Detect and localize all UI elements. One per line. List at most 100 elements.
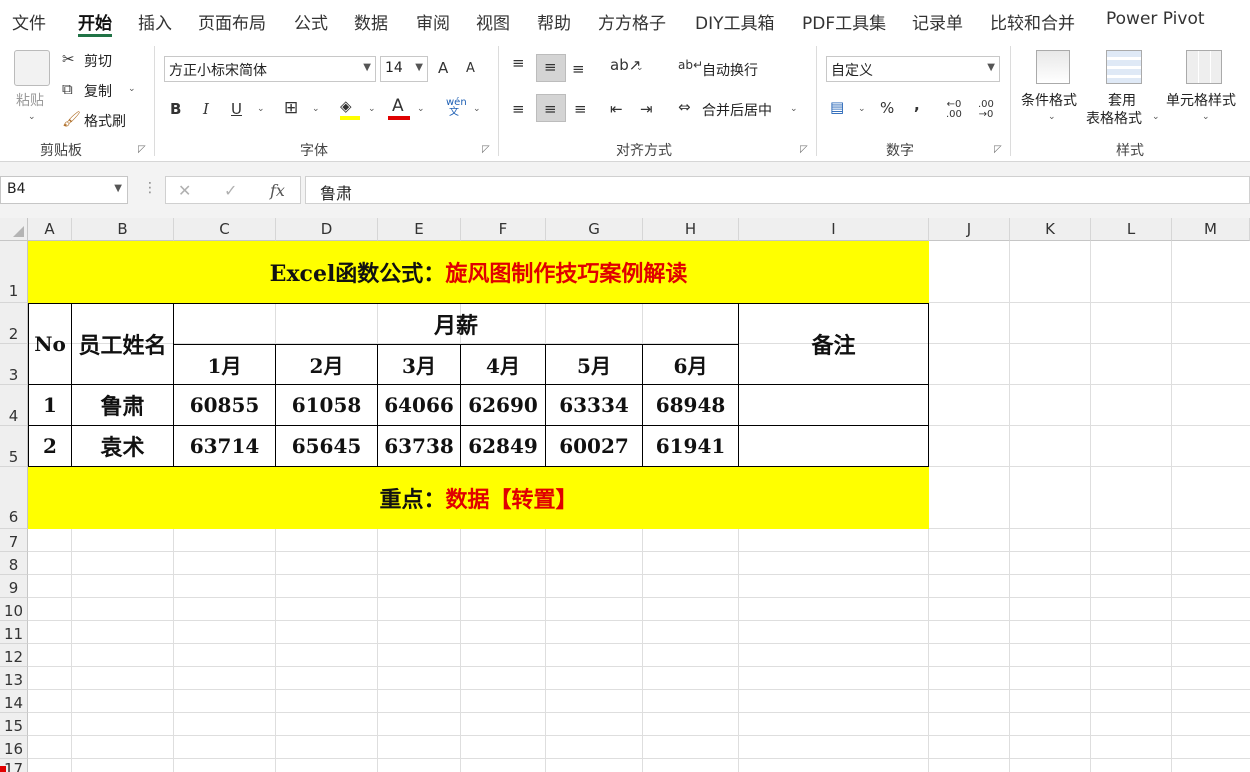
cell-styles-icon[interactable] [1186,50,1222,84]
cut-button[interactable]: 剪切 [84,51,112,71]
enter-icon[interactable]: ✓ [224,181,237,200]
align-bottom-icon[interactable]: ≡ [572,60,585,78]
table-cell-salary[interactable]: 61941 [642,425,739,467]
table-cell-salary[interactable]: 60855 [173,384,276,426]
number-launcher-icon[interactable]: ◸ [994,144,1002,155]
header-salary-cell[interactable]: 月薪 [173,303,739,345]
cancel-icon[interactable]: ✕ [178,181,191,200]
month-header-cell[interactable]: 2月 [275,344,378,385]
column-header-h[interactable]: H [643,218,739,241]
table-cell-salary[interactable]: 63334 [545,384,643,426]
formula-bar-grip-icon[interactable]: ⋮ [143,180,157,196]
month-header-cell[interactable]: 3月 [377,344,461,385]
column-header-g[interactable]: G [546,218,643,241]
tab-page-layout[interactable]: 页面布局 [198,9,266,34]
percent-style-button[interactable]: % [880,99,894,117]
table-cell-salary[interactable]: 63738 [377,425,461,467]
table-cell-salary[interactable]: 65645 [275,425,378,467]
tab-pdf-tools[interactable]: PDF工具集 [802,9,886,34]
italic-button[interactable]: I [203,100,209,118]
header-note-cell[interactable]: 备注 [738,303,929,385]
format-as-table-icon[interactable] [1106,50,1142,84]
table-cell-salary[interactable]: 63714 [173,425,276,467]
comma-style-button[interactable]: , [914,96,920,114]
underline-button[interactable]: U [231,100,242,118]
row-header-10[interactable]: 10 [0,598,28,621]
accounting-format-icon[interactable]: ▤ [830,98,844,116]
column-header-d[interactable]: D [276,218,378,241]
font-color-dropdown-icon[interactable]: ⌄ [417,104,425,114]
grow-font-icon[interactable]: A [438,59,448,77]
clipboard-launcher-icon[interactable]: ◸ [138,144,146,155]
table-cell-no[interactable]: 1 [28,384,72,426]
row-header-9[interactable]: 9 [0,575,28,598]
format-as-table-line1[interactable]: 套用 [1108,90,1136,110]
tab-power-pivot[interactable]: Power Pivot [1106,9,1205,29]
tab-data[interactable]: 数据 [354,9,388,34]
shrink-font-icon[interactable]: A [466,61,475,76]
column-header-f[interactable]: F [461,218,546,241]
insert-function-button[interactable]: fx [270,181,285,200]
alignment-launcher-icon[interactable]: ◸ [800,144,808,155]
conditional-formatting-button[interactable]: 条件格式 [1021,90,1077,110]
row-header-4[interactable]: 4 [0,385,28,426]
table-cell-salary[interactable]: 68948 [642,384,739,426]
row-header-12[interactable]: 12 [0,644,28,667]
format-painter-button[interactable]: 格式刷 [84,111,126,131]
paste-dropdown-icon[interactable]: ⌄ [28,112,36,122]
merge-dropdown-icon[interactable]: ⌄ [790,104,798,114]
tab-file[interactable]: 文件 [12,9,46,34]
formula-input[interactable]: 鲁肃 [305,176,1250,204]
column-header-b[interactable]: B [72,218,174,241]
table-cell-salary[interactable]: 61058 [275,384,378,426]
table-cell-name[interactable]: 鲁肃 [71,384,174,426]
tab-compare-merge[interactable]: 比较和合并 [990,9,1075,34]
tab-formulas[interactable]: 公式 [294,9,328,34]
align-right-icon[interactable]: ≡ [574,100,587,118]
tab-fangfang[interactable]: 方方格子 [598,9,666,34]
table-cell-salary[interactable]: 60027 [545,425,643,467]
table-cell-salary[interactable]: 62690 [460,384,546,426]
table-cell-salary[interactable]: 62849 [460,425,546,467]
align-left-icon[interactable]: ≡ [512,100,525,118]
column-header-e[interactable]: E [378,218,461,241]
row-header-2[interactable]: 2 [0,303,28,344]
merge-center-button[interactable]: 合并后居中 [702,100,772,120]
table-cell-salary[interactable]: 64066 [377,384,461,426]
tab-review[interactable]: 审阅 [416,9,450,34]
month-header-cell[interactable]: 5月 [545,344,643,385]
wrap-text-button[interactable]: 自动换行 [702,60,758,80]
borders-icon[interactable]: ⊞ [284,98,298,118]
fill-color-icon[interactable]: ◈ [340,97,352,115]
number-format-select[interactable]: 自定义 ▼ [826,56,1000,82]
copy-button[interactable]: 复制 [84,81,112,101]
increase-indent-icon[interactable]: ⇥ [640,100,653,118]
row-header-15[interactable]: 15 [0,713,28,736]
paste-label[interactable]: 粘贴 [16,90,44,110]
accounting-dropdown-icon[interactable]: ⌄ [858,104,866,114]
row-header-14[interactable]: 14 [0,690,28,713]
tab-record-form[interactable]: 记录单 [912,9,963,34]
tab-home[interactable]: 开始 [78,9,112,34]
column-header-l[interactable]: L [1091,218,1172,241]
row-header-1[interactable]: 1 [0,241,28,303]
font-name-select[interactable]: 方正小标宋简体 ▼ [164,56,376,82]
table-cell-note[interactable] [738,384,929,426]
underline-dropdown-icon[interactable]: ⌄ [257,104,265,114]
column-header-j[interactable]: J [929,218,1010,241]
row-header-16[interactable]: 16 [0,736,28,759]
tab-insert[interactable]: 插入 [138,9,172,34]
row-header-11[interactable]: 11 [0,621,28,644]
month-header-cell[interactable]: 1月 [173,344,276,385]
increase-decimal-icon[interactable]: ←0.00 [946,100,962,120]
borders-dropdown-icon[interactable]: ⌄ [312,104,320,114]
align-top-icon[interactable]: ≡ [512,54,525,72]
fill-color-dropdown-icon[interactable]: ⌄ [368,104,376,114]
decrease-decimal-icon[interactable]: .00 →0 [978,100,994,120]
month-header-cell[interactable]: 6月 [642,344,739,385]
sheet-title-cell[interactable]: Excel函数公式： 旋风图制作技巧案例解读 [28,241,929,303]
paste-icon[interactable] [14,50,50,86]
row-header-6[interactable]: 6 [0,467,28,529]
font-color-icon[interactable]: A [392,96,404,116]
conditional-formatting-icon[interactable] [1036,50,1070,84]
